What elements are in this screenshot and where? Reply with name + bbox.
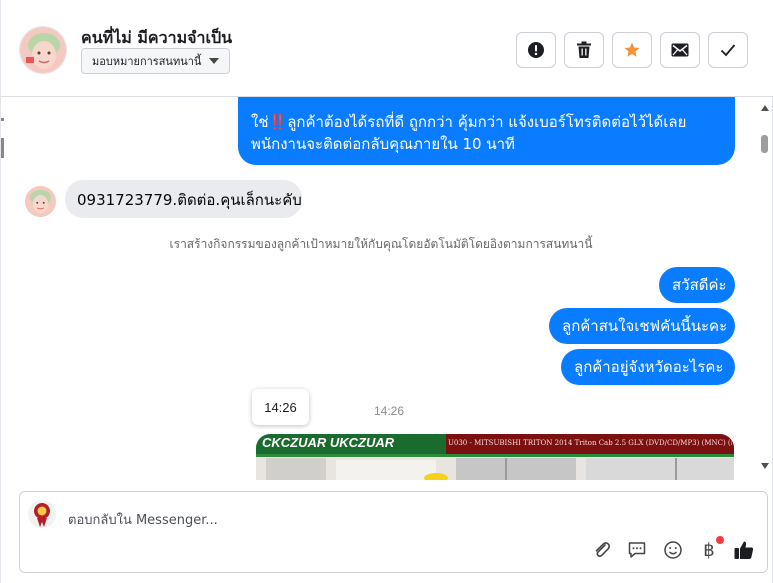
paperclip-icon[interactable] [591, 539, 613, 561]
conversation-panel: คนที่ไม่ มีความจำเป็น มอบหมายการสนทนานี้ [0, 0, 773, 583]
envelope-icon [671, 43, 689, 57]
media-banner-right: U030 - MITSUBISHI TRITON 2014 Triton Cab… [448, 439, 732, 447]
checkmark-icon [720, 44, 736, 57]
reply-input[interactable]: ตอบกลับใน Messenger... [68, 509, 218, 530]
emoji-icon[interactable] [662, 539, 684, 561]
star-button[interactable] [612, 32, 652, 68]
contact-avatar-small [25, 186, 56, 217]
notification-dot [716, 536, 724, 544]
outgoing-message[interactable]: ใช่‼️ลูกค้าต้องได้รถที่ดี ถูกกว่า คุ้มกว… [238, 97, 735, 165]
scroll-up-arrow-icon[interactable] [761, 105, 769, 111]
scroll-down-arrow-icon[interactable] [761, 463, 769, 469]
trash-icon [577, 41, 591, 58]
spam-button[interactable] [516, 32, 556, 68]
system-note: เราสร้างกิจกรรมของลูกค้าเป้าหมายให้กับคุ… [169, 237, 593, 251]
page-avatar [28, 500, 56, 528]
contact-avatar[interactable] [19, 26, 67, 74]
mark-done-button[interactable] [708, 32, 748, 68]
outgoing-message[interactable]: ลูกค้าสนใจเชฟคันนี้นะคะ [549, 308, 735, 344]
reply-composer[interactable]: ตอบกลับใน Messenger... ฿ [19, 491, 768, 573]
outgoing-message[interactable]: ลูกค้าอยู่จังหวัดอะไรคะ [561, 349, 735, 385]
star-icon [624, 42, 640, 57]
image-attachment[interactable]: CKCZUAR UKCZUAR U030 - MITSUBISHI TRITON… [256, 434, 734, 480]
conversation-header: คนที่ไม่ มีความจำเป็น มอบหมายการสนทนานี้ [1, 0, 773, 97]
double-exclamation-icon: ‼️ [268, 113, 288, 131]
message-timestamp: 14:26 [374, 404, 405, 418]
message-thread[interactable]: ใช่‼️ลูกค้าต้องได้รถที่ดี ถูกกว่า คุ้มกว… [1, 97, 773, 480]
saved-reply-icon[interactable] [626, 539, 648, 561]
assign-conversation-dropdown[interactable]: มอบหมายการสนทนานี้ [81, 48, 231, 74]
message-line: ใช่‼️ลูกค้าต้องได้รถที่ดี ถูกกว่า คุ้มกว… [251, 113, 687, 131]
media-banner-left: CKCZUAR UKCZUAR [262, 435, 395, 450]
caret-down-icon [209, 58, 220, 64]
incoming-message[interactable]: 0931723779.ติดต่อ.คุนเล็กนะคับ [65, 180, 302, 218]
message-line: พนักงานจะติดต่อกลับคุณภายใน 10 นาที [251, 135, 515, 153]
alert-circle-icon [528, 42, 544, 58]
scroll-thumb[interactable] [761, 135, 768, 153]
delete-button[interactable] [564, 32, 604, 68]
outgoing-message[interactable]: สวัสดีค่ะ [659, 267, 735, 303]
mark-unread-button[interactable] [660, 32, 700, 68]
thumbs-up-icon[interactable] [733, 539, 755, 561]
collapse-handle[interactable] [1, 118, 5, 158]
scrollbar[interactable] [758, 97, 772, 480]
assign-label: มอบหมายการสนทนานี้ [92, 55, 202, 68]
time-tooltip: 14:26 [252, 389, 309, 425]
